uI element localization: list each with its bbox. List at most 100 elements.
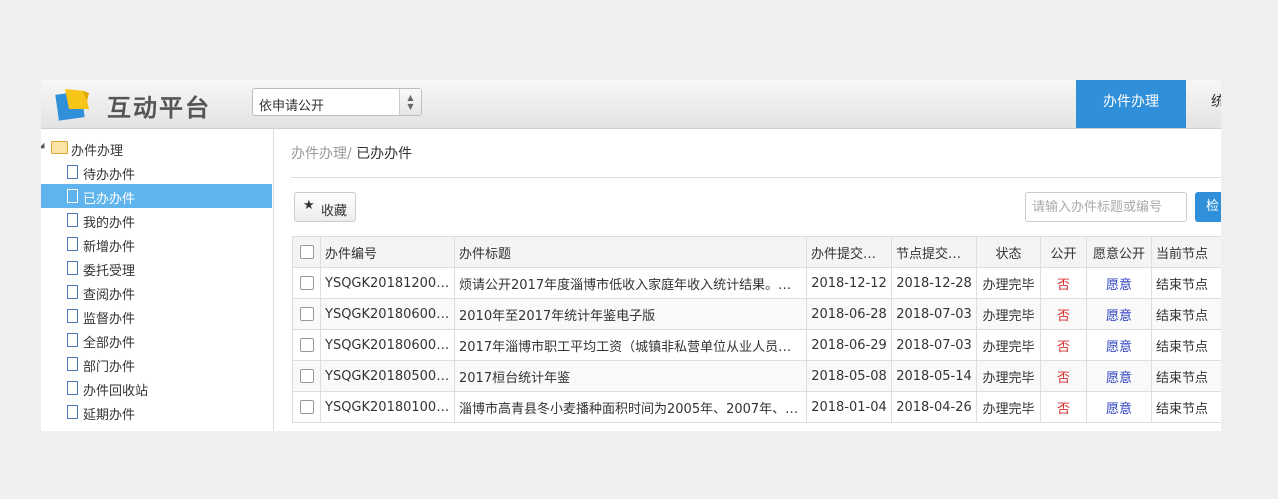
- expand-caret-icon[interactable]: [41, 142, 48, 152]
- star-icon: ★: [303, 198, 315, 213]
- tree-root-label: 办件办理: [71, 144, 124, 159]
- cell-node-time: 2018-04-26: [891, 391, 977, 423]
- category-select-value: 依申请公开: [259, 99, 325, 114]
- document-icon: [67, 285, 78, 299]
- cell-willing-public[interactable]: 愿意: [1086, 329, 1152, 361]
- sidebar-item-label: 查阅办件: [83, 288, 136, 303]
- category-select[interactable]: 依申请公开 ▲ ▼: [252, 88, 422, 116]
- row-checkbox-cell[interactable]: [292, 391, 321, 423]
- cell-current-node: 结束节点: [1151, 298, 1221, 330]
- cell-case-title[interactable]: 2017桓台统计年鉴: [454, 360, 807, 392]
- sidebar-item[interactable]: 部门办件: [41, 352, 272, 376]
- select-all-checkbox[interactable]: [299, 245, 314, 259]
- cases-table: 办件编号 办件标题 办件提交时间 节点提交时间 状态 公开 愿意公开 当前节点 …: [292, 236, 1221, 423]
- col-header-submit-time[interactable]: 办件提交时间: [806, 236, 892, 268]
- sidebar-item[interactable]: 延期办件: [41, 400, 272, 424]
- sidebar-item-label: 新增办件: [83, 240, 136, 255]
- cell-case-title[interactable]: 2010年至2017年统计年鉴电子版: [454, 298, 807, 330]
- row-checkbox[interactable]: [299, 400, 314, 414]
- sidebar-item[interactable]: 委托受理: [41, 256, 272, 280]
- row-checkbox-cell[interactable]: [292, 329, 321, 361]
- search-input[interactable]: [1025, 192, 1187, 222]
- cell-case-title[interactable]: 烦请公开2017年度淄博市低收入家庭年收入统计结果。请问是否统计: [454, 267, 807, 299]
- sidebar-item[interactable]: 待办办件: [41, 160, 272, 184]
- breadcrumb-divider: [291, 177, 1221, 178]
- sidebar-item-label: 部门办件: [83, 360, 136, 375]
- row-checkbox-cell[interactable]: [292, 298, 321, 330]
- sidebar-item-label: 我的办件: [83, 216, 136, 231]
- cell-submit-time: 2018-05-08: [806, 360, 892, 392]
- search-button[interactable]: 检: [1195, 192, 1221, 222]
- sidebar-item[interactable]: 已办办件: [41, 184, 272, 208]
- cell-current-node: 结束节点: [1151, 391, 1221, 423]
- col-header-current-node[interactable]: 当前节点: [1151, 236, 1221, 268]
- cell-status: 办理完毕: [976, 391, 1041, 423]
- table-row[interactable]: YSQGK2018120020001烦请公开2017年度淄博市低收入家庭年收入统…: [292, 267, 1221, 299]
- row-checkbox-cell[interactable]: [292, 267, 321, 299]
- row-checkbox[interactable]: [299, 338, 314, 352]
- nav-tab-case-handling[interactable]: 办件办理: [1076, 80, 1186, 128]
- cell-case-id: YSQGK2018050010001: [320, 360, 455, 392]
- row-checkbox[interactable]: [299, 307, 314, 321]
- cell-case-title[interactable]: 2017年淄博市职工平均工资（城镇非私营单位从业人员平均工资）: [454, 329, 807, 361]
- header-bar: 互动平台 依申请公开 ▲ ▼ 办件办理 统: [41, 80, 1221, 129]
- document-icon: [67, 189, 78, 203]
- col-header-title[interactable]: 办件标题: [454, 236, 807, 268]
- select-all-checkbox-cell[interactable]: [292, 236, 321, 268]
- row-checkbox-cell[interactable]: [292, 360, 321, 392]
- cell-submit-time: 2018-06-28: [806, 298, 892, 330]
- sidebar-item-label: 延期办件: [83, 408, 136, 423]
- document-icon: [67, 213, 78, 227]
- favorite-button[interactable]: ★ 收藏: [294, 192, 356, 222]
- sidebar-item[interactable]: 监督办件: [41, 304, 272, 328]
- table-row[interactable]: YSQGK20180600200022017年淄博市职工平均工资（城镇非私营单位…: [292, 329, 1221, 361]
- col-header-willing[interactable]: 愿意公开: [1086, 236, 1152, 268]
- sidebar-item[interactable]: 查阅办件: [41, 280, 272, 304]
- cell-public-flag: 否: [1040, 329, 1087, 361]
- app-window: 互动平台 依申请公开 ▲ ▼ 办件办理 统 办件办理 待办办件已办办件我的办件新增…: [41, 80, 1221, 431]
- cell-willing-public[interactable]: 愿意: [1086, 360, 1152, 392]
- cell-public-flag: 否: [1040, 360, 1087, 392]
- main-content: 办件办理/ 已办办件 ★ 收藏 检 办件编号 办件标题 办件提交时间 节点提交时…: [276, 129, 1221, 431]
- table-row[interactable]: YSQGK20180600200012010年至2017年统计年鉴电子版2018…: [292, 298, 1221, 330]
- cell-submit-time: 2018-01-04: [806, 391, 892, 423]
- col-header-node-time[interactable]: 节点提交时间: [891, 236, 977, 268]
- sidebar-item[interactable]: 我的办件: [41, 208, 272, 232]
- row-checkbox[interactable]: [299, 369, 314, 383]
- sidebar-item-label: 待办办件: [83, 168, 136, 183]
- breadcrumb-parent[interactable]: 办件办理/: [291, 146, 352, 162]
- cell-willing-public[interactable]: 愿意: [1086, 391, 1152, 423]
- cell-case-id: YSQGK2018060020001: [320, 298, 455, 330]
- sidebar-item[interactable]: 办件回收站: [41, 376, 272, 400]
- sidebar-tree: 办件办理 待办办件已办办件我的办件新增办件 委托受理查阅办件 监督办件 全部办件部门办…: [41, 129, 274, 431]
- sidebar-item-label: 已办办件: [83, 192, 136, 207]
- cell-willing-public[interactable]: 愿意: [1086, 267, 1152, 299]
- cell-willing-public[interactable]: 愿意: [1086, 298, 1152, 330]
- nav-tab-statistics[interactable]: 统: [1211, 80, 1221, 128]
- sidebar-item[interactable]: 新增办件: [41, 232, 272, 256]
- folder-icon: [51, 141, 68, 154]
- cell-submit-time: 2018-06-29: [806, 329, 892, 361]
- cell-case-title[interactable]: 淄博市高青县冬小麦播种面积时间为2005年、2007年、2009年: [454, 391, 807, 423]
- col-header-public[interactable]: 公开: [1040, 236, 1087, 268]
- app-title: 互动平台: [107, 94, 211, 122]
- sidebar-item-label: 办件回收站: [83, 384, 149, 399]
- cell-public-flag: 否: [1040, 267, 1087, 299]
- cell-status: 办理完毕: [976, 267, 1041, 299]
- select-updown-arrow-icon: ▲ ▼: [399, 89, 421, 115]
- table-row[interactable]: YSQGK2018010010001淄博市高青县冬小麦播种面积时间为2005年、…: [292, 391, 1221, 423]
- col-header-id[interactable]: 办件编号: [320, 236, 455, 268]
- table-row[interactable]: YSQGK20180500100012017桓台统计年鉴2018-05-0820…: [292, 360, 1221, 392]
- cell-node-time: 2018-07-03: [891, 298, 977, 330]
- cell-public-flag: 否: [1040, 391, 1087, 423]
- cell-case-id: YSQGK2018060020002: [320, 329, 455, 361]
- favorite-button-label: 收藏: [321, 204, 348, 219]
- document-icon: [67, 165, 78, 179]
- row-checkbox[interactable]: [299, 276, 314, 290]
- col-header-status[interactable]: 状态: [976, 236, 1041, 268]
- document-icon: [67, 309, 78, 323]
- cell-node-time: 2018-12-28: [891, 267, 977, 299]
- document-icon: [67, 405, 78, 419]
- cell-node-time: 2018-05-14: [891, 360, 977, 392]
- sidebar-item[interactable]: 全部办件: [41, 328, 272, 352]
